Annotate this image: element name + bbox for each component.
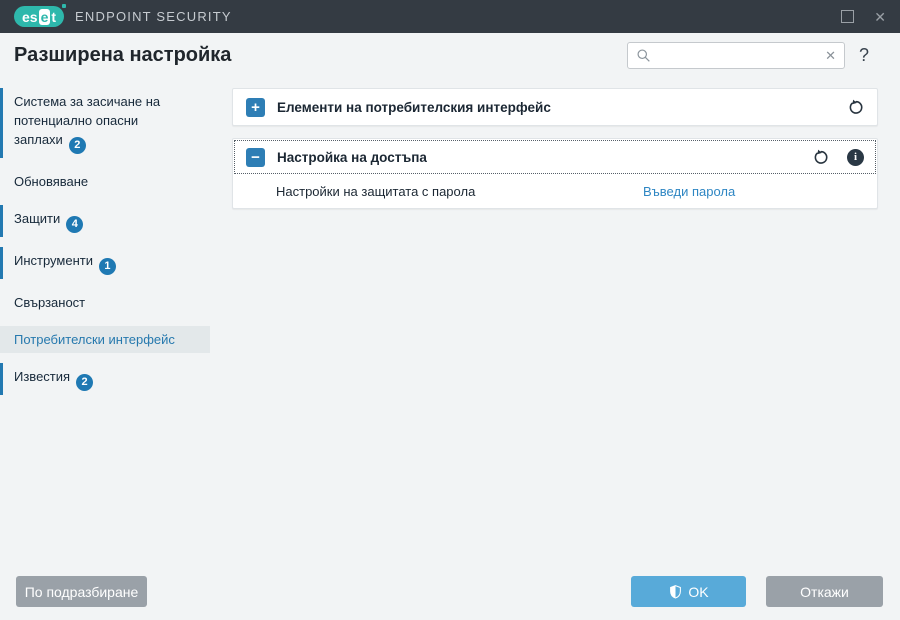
titlebar: eset ENDPOINT SECURITY ✕ (0, 0, 900, 33)
panel-ui-elements-header[interactable]: + Елементи на потребителския интерфейс (233, 89, 877, 125)
window-controls: ✕ (841, 0, 886, 33)
ok-button-label: OK (688, 584, 708, 600)
settings-panels: + Елементи на потребителския интерфейс −… (232, 88, 878, 221)
sidebar-item-label: Потребителски интерфейс (14, 332, 175, 347)
search-clear-icon[interactable]: ✕ (825, 49, 836, 62)
sidebar: Система за засичане на потенциално опасн… (0, 88, 230, 405)
sidebar-item-notifications[interactable]: Известия 2 (0, 363, 210, 395)
sidebar-item-protections[interactable]: Защити 4 (0, 205, 210, 237)
panel-access-setup-header[interactable]: − Настройка на достъпа i (233, 139, 877, 175)
sidebar-badge: 4 (66, 216, 83, 233)
app-name: ENDPOINT SECURITY (75, 9, 232, 24)
sidebar-item-user-interface[interactable]: Потребителски интерфейс (0, 326, 210, 353)
panel-title: Елементи на потребителския интерфейс (277, 100, 829, 115)
revert-icon[interactable] (847, 99, 864, 116)
sidebar-item-label: Система за засичане на потенциално опасн… (14, 94, 160, 147)
close-icon[interactable]: ✕ (874, 10, 886, 24)
panel-ui-elements: + Елементи на потребителския интерфейс (232, 88, 878, 126)
maximize-icon[interactable] (841, 10, 854, 23)
sidebar-item-label: Защити (14, 211, 60, 226)
password-settings-row: Настройки на защитата с парола Въведи па… (233, 175, 877, 208)
revert-icon[interactable] (812, 149, 829, 166)
cancel-button-label: Откажи (800, 584, 849, 600)
setting-label: Настройки на защитата с парола (276, 184, 475, 199)
sidebar-item-tools[interactable]: Инструменти 1 (0, 247, 210, 279)
search-input[interactable] (657, 47, 825, 64)
sidebar-badge: 2 (76, 374, 93, 391)
sidebar-badge: 1 (99, 258, 116, 275)
eset-logo-boxed-letter: e (39, 9, 51, 25)
search-box[interactable]: ✕ (627, 42, 845, 69)
eset-logo-text-end: t (51, 10, 56, 24)
default-button-label: По подразбиране (25, 584, 139, 600)
sidebar-item-update[interactable]: Обновяване (0, 168, 210, 195)
page-title: Разширена настройка (14, 44, 231, 67)
info-icon[interactable]: i (847, 149, 864, 166)
expand-icon[interactable]: + (246, 98, 265, 117)
sidebar-badge: 2 (69, 137, 86, 154)
collapse-icon[interactable]: − (246, 148, 265, 167)
eset-logo: eset (14, 6, 64, 27)
sidebar-item-label: Свързаност (14, 295, 85, 310)
sidebar-item-label: Инструменти (14, 253, 93, 268)
sidebar-item-label: Обновяване (14, 174, 88, 189)
sidebar-item-label: Известия (14, 369, 70, 384)
shield-icon (668, 584, 683, 600)
sidebar-item-connectivity[interactable]: Свързаност (0, 289, 210, 316)
set-password-link[interactable]: Въведи парола (643, 184, 735, 199)
default-button[interactable]: По подразбиране (16, 576, 147, 607)
ok-button[interactable]: OK (631, 576, 746, 607)
cancel-button[interactable]: Откажи (766, 576, 883, 607)
eset-logo-text: es (22, 10, 38, 24)
panel-title: Настройка на достъпа (277, 150, 794, 165)
help-icon[interactable]: ? (859, 45, 869, 66)
search-icon (636, 48, 651, 63)
trademark-dot (62, 4, 66, 8)
panel-access-setup: − Настройка на достъпа i Настройки на за… (232, 138, 878, 209)
sidebar-item-hips[interactable]: Система за засичане на потенциално опасн… (0, 88, 210, 158)
